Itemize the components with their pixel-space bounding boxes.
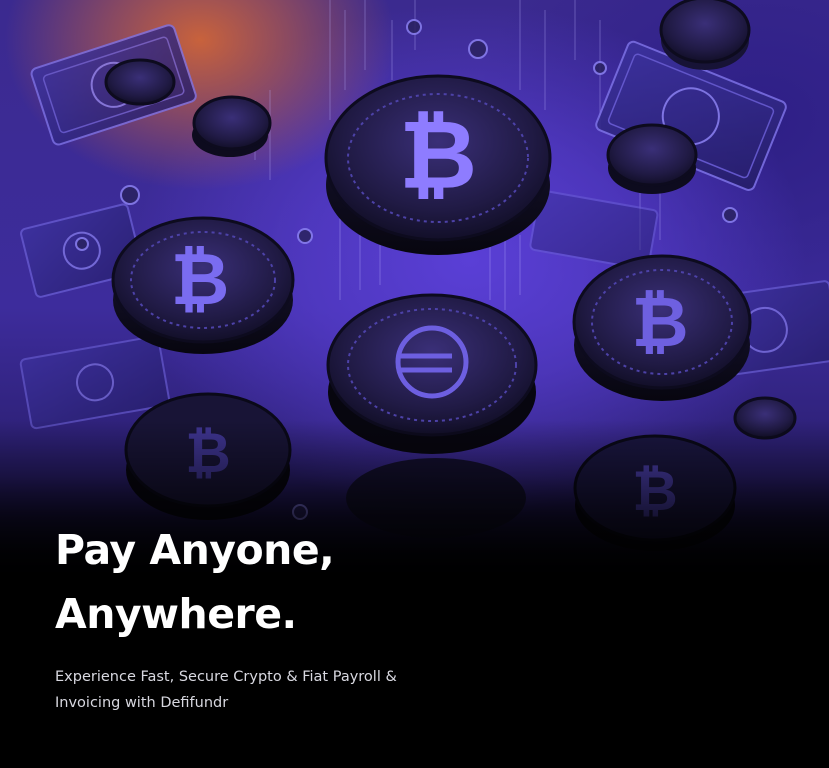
svg-text:₿: ₿ xyxy=(399,99,477,211)
headline-line-1: Pay Anyone, xyxy=(55,526,335,574)
svg-text:₿: ₿ xyxy=(171,237,230,321)
headline-line-2: Anywhere. xyxy=(55,590,297,638)
hero-copy: Pay Anyone, Anywhere. Experience Fast, S… xyxy=(55,518,475,716)
hero-subtitle: Experience Fast, Secure Crypto & Fiat Pa… xyxy=(55,669,397,711)
hero-section: ₿ ₿ ₿ ₿ ₿ xyxy=(0,0,829,768)
svg-text:₿: ₿ xyxy=(631,281,688,363)
hero-headline: Pay Anyone, Anywhere. xyxy=(55,518,475,646)
